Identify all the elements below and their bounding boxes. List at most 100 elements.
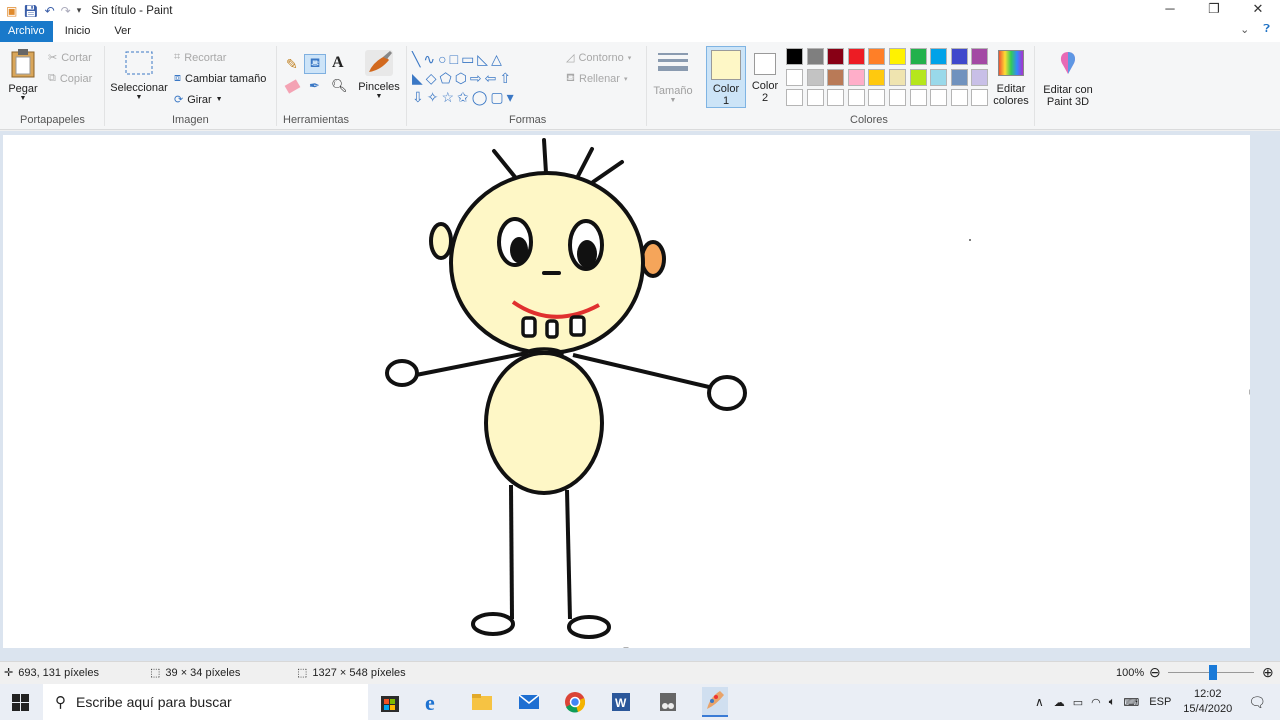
- collapse-ribbon-icon[interactable]: ⌄: [1240, 23, 1249, 36]
- palette-swatch[interactable]: [971, 48, 989, 65]
- help-icon[interactable]: ❓︎: [1263, 23, 1270, 36]
- battery-icon[interactable]: ▭: [1073, 696, 1083, 709]
- undo-icon[interactable]: ↶: [45, 4, 55, 18]
- language-indicator[interactable]: ESP: [1149, 696, 1171, 708]
- tab-home[interactable]: Inicio: [53, 21, 103, 42]
- title-bar: ▣ 💾︎ ↶ ↷ ▾ Sin título - Paint ─ ❐ ✕: [0, 0, 1280, 21]
- zoom-out-button[interactable]: ⊖: [1149, 664, 1161, 681]
- maximize-button[interactable]: ❐: [1192, 0, 1236, 20]
- palette-swatch[interactable]: [806, 89, 824, 106]
- group-label-clipboard: Portapapeles: [20, 114, 85, 126]
- color1-number: 1: [722, 95, 730, 107]
- tab-view[interactable]: Ver: [102, 21, 143, 42]
- file-explorer-icon[interactable]: [470, 690, 496, 714]
- store-app-icon[interactable]: [378, 690, 404, 714]
- palette-swatch[interactable]: [868, 68, 886, 86]
- snipping-tool-icon[interactable]: [656, 690, 682, 714]
- palette-swatch[interactable]: [868, 89, 886, 106]
- ribbon-tabs: Archivo Inicio Ver ⌄ ❓︎: [0, 21, 1280, 42]
- keyboard-icon[interactable]: ⌨: [1123, 696, 1139, 709]
- paint-app-taskbar-icon[interactable]: [702, 687, 728, 717]
- redo-icon[interactable]: ↷: [61, 4, 71, 18]
- palette-swatch[interactable]: [950, 48, 968, 65]
- color-picker-icon[interactable]: ✒: [309, 78, 320, 94]
- clipboard-icon: [11, 49, 35, 78]
- shapes-gallery[interactable]: ╲∿○□▭◺△ ◣◇⬠⬡⇨⇦⇧ ⇩✧☆✩◯▢▾: [412, 50, 560, 108]
- color1-button[interactable]: Color 1: [706, 46, 746, 108]
- clock[interactable]: 12:02 15/4/2020: [1183, 687, 1232, 717]
- palette-swatch[interactable]: [786, 89, 803, 106]
- palette-swatch[interactable]: [909, 89, 927, 106]
- word-app-icon[interactable]: W: [609, 690, 635, 714]
- quick-access-toolbar: ▣ 💾︎ ↶ ↷ ▾: [0, 4, 81, 18]
- mail-app-icon[interactable]: [517, 690, 543, 714]
- select-button[interactable]: Seleccionar ▼: [110, 50, 168, 101]
- fill-icon: ⛾: [566, 72, 575, 84]
- onedrive-icon[interactable]: ☁: [1054, 696, 1065, 709]
- customize-qat-icon[interactable]: ▾: [77, 5, 82, 16]
- taskbar-search-box[interactable]: ⚲ Escribe aquí para buscar: [43, 684, 368, 720]
- magnifier-icon[interactable]: 🔍︎: [331, 78, 348, 94]
- palette-swatch[interactable]: [868, 48, 886, 65]
- edit-colors-button[interactable]: Editar colores: [992, 50, 1030, 107]
- palette-swatch[interactable]: [827, 48, 845, 65]
- pencil-icon[interactable]: ✎: [286, 56, 298, 73]
- palette-swatch[interactable]: [950, 89, 968, 106]
- notifications-icon[interactable]: 🗨︎: [1248, 694, 1266, 711]
- palette-swatch[interactable]: [786, 48, 803, 65]
- palette-swatch[interactable]: [909, 48, 927, 65]
- stick-figure-drawing: [385, 138, 1255, 653]
- drawing-canvas[interactable]: [3, 135, 1255, 653]
- close-button[interactable]: ✕: [1236, 0, 1280, 20]
- save-icon[interactable]: 💾︎: [23, 4, 38, 18]
- eraser-icon[interactable]: [284, 79, 301, 94]
- fill-bucket-icon[interactable]: ⛾: [304, 54, 326, 74]
- palette-swatch[interactable]: [847, 68, 865, 86]
- palette-swatch[interactable]: [889, 48, 906, 65]
- palette-swatch[interactable]: [909, 68, 927, 86]
- brushes-button[interactable]: Pinceles ▼: [358, 48, 400, 100]
- resize-button[interactable]: ⧈ Cambiar tamaño: [174, 72, 266, 85]
- palette-swatch[interactable]: [806, 68, 824, 86]
- palette-swatch[interactable]: [786, 68, 803, 86]
- palette-swatch[interactable]: [889, 89, 906, 106]
- palette-swatch[interactable]: [827, 68, 845, 86]
- show-hidden-icons[interactable]: ∧: [1035, 695, 1044, 709]
- palette-swatch[interactable]: [950, 68, 968, 86]
- crop-button[interactable]: ⌗ Recortar: [174, 51, 226, 64]
- palette-swatch[interactable]: [930, 89, 948, 106]
- palette-swatch[interactable]: [889, 68, 906, 86]
- size-button[interactable]: Tamaño ▼: [652, 50, 694, 104]
- chrome-browser-icon[interactable]: [563, 690, 589, 714]
- windows-start-icon[interactable]: [12, 694, 29, 711]
- palette-swatch[interactable]: [971, 89, 989, 106]
- fill-button[interactable]: ⛾ Rellenar ▾: [566, 72, 627, 86]
- edge-browser-icon[interactable]: e: [425, 690, 451, 715]
- edit-with-paint3d-button[interactable]: Editar con Paint 3D: [1040, 50, 1096, 108]
- palette-swatch[interactable]: [930, 48, 948, 65]
- ribbon: Pegar ▼ ✂ Cortar ⧉ Copiar Portapapeles Sel…: [0, 42, 1280, 130]
- zoom-in-button[interactable]: ⊕: [1262, 664, 1274, 681]
- copy-button[interactable]: ⧉ Copiar: [48, 72, 92, 85]
- paint3d-label-1: Editar con: [1043, 84, 1093, 96]
- color2-button[interactable]: Color 2: [748, 46, 782, 108]
- outline-button[interactable]: ◿ Contorno ▾: [566, 51, 631, 65]
- rotate-button[interactable]: ⟳ Girar ▼: [174, 93, 223, 107]
- wifi-icon[interactable]: ◠: [1091, 696, 1101, 709]
- minimize-button[interactable]: ─: [1148, 0, 1192, 20]
- cut-button[interactable]: ✂ Cortar: [48, 51, 92, 65]
- palette-swatch[interactable]: [827, 89, 845, 106]
- palette-swatch[interactable]: [806, 48, 824, 65]
- volume-icon[interactable]: 🔈︎: [1109, 696, 1116, 709]
- shapes-row-1: ╲∿○□▭◺△: [412, 51, 505, 67]
- palette-swatch[interactable]: [847, 48, 865, 65]
- palette-swatch[interactable]: [971, 68, 989, 86]
- paint-window: ▣ 💾︎ ↶ ↷ ▾ Sin título - Paint ─ ❐ ✕ Arch…: [0, 0, 1280, 720]
- zoom-slider-thumb[interactable]: [1209, 665, 1217, 680]
- palette-swatch[interactable]: [930, 68, 948, 86]
- tab-file[interactable]: Archivo: [0, 21, 53, 42]
- palette-swatch[interactable]: [847, 89, 865, 106]
- text-tool-icon[interactable]: A: [332, 54, 344, 72]
- paste-button[interactable]: Pegar ▼: [8, 48, 38, 102]
- edit-colors-label-1: Editar: [996, 83, 1026, 95]
